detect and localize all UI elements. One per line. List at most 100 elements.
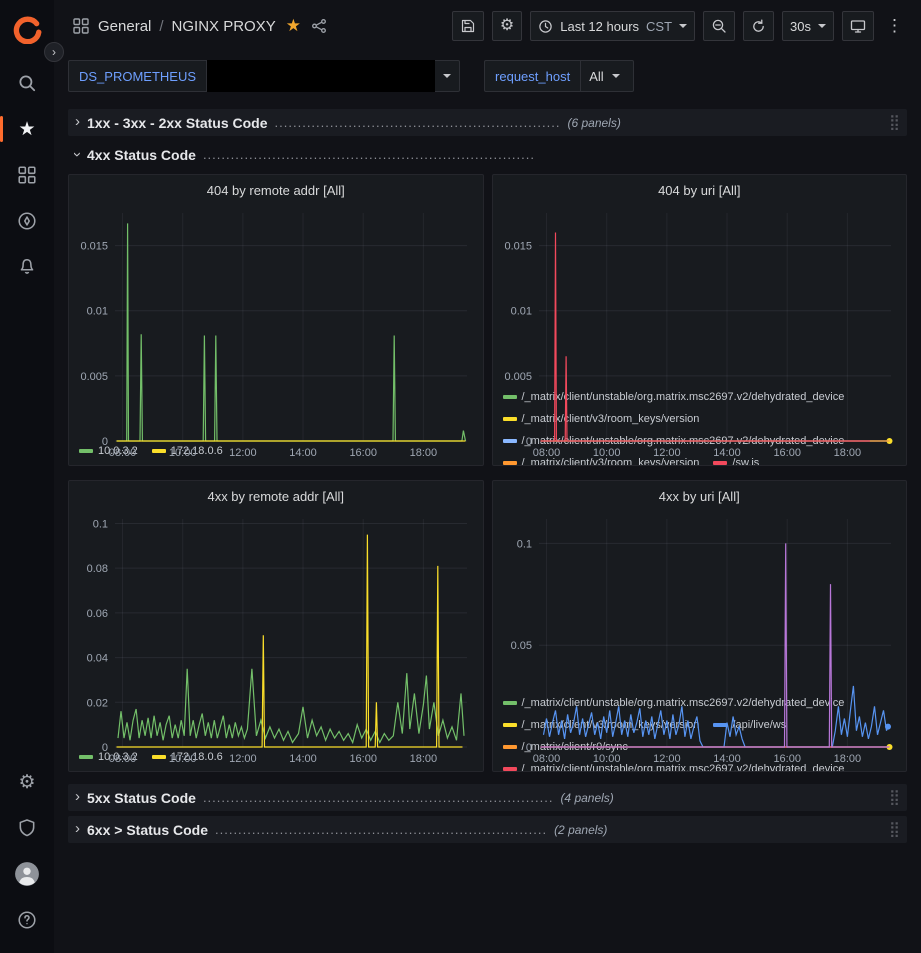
sidebar-item-profile[interactable]	[7, 854, 47, 894]
monitor-icon	[850, 18, 866, 34]
row-title-dots: ........................................…	[275, 115, 561, 130]
svg-text:0.01: 0.01	[87, 306, 108, 318]
svg-text:16:00: 16:00	[349, 447, 377, 459]
time-range-picker[interactable]: Last 12 hours CST	[530, 11, 695, 41]
dashboard-body: › 1xx - 3xx - 2xx Status Code ..........…	[54, 102, 921, 953]
dashboard-settings-button[interactable]: ⚙	[492, 11, 522, 41]
refresh-interval-label: 30s	[790, 19, 811, 34]
row-title: 6xx > Status Code	[87, 822, 208, 838]
row-drag-handle-icon[interactable]: ⣿	[889, 790, 900, 805]
panel-chart: 08:0010:0012:0014:0016:0018:0000.050.1	[493, 511, 907, 693]
save-dashboard-button[interactable]	[452, 11, 484, 41]
svg-text:14:00: 14:00	[713, 753, 741, 765]
sidebar-item-help[interactable]	[7, 900, 47, 940]
row-drag-handle-icon[interactable]: ⣿	[889, 115, 900, 130]
svg-text:08:00: 08:00	[532, 753, 560, 765]
sidebar-item-configuration[interactable]: ⚙	[7, 762, 47, 802]
panel-chart: 08:0010:0012:0014:0016:0018:0000.020.040…	[69, 511, 483, 747]
datasource-select[interactable]	[206, 60, 460, 92]
sidebar-item-alerting[interactable]	[7, 247, 47, 287]
panel-title[interactable]: 404 by uri [All]	[493, 175, 907, 205]
share-icon[interactable]	[311, 18, 327, 34]
shield-icon	[17, 818, 37, 838]
panel-title[interactable]: 4xx by remote addr [All]	[69, 481, 483, 511]
svg-text:18:00: 18:00	[833, 447, 861, 459]
panel-chart: 08:0010:0012:0014:0016:0018:0000.0050.01…	[493, 205, 907, 387]
svg-text:14:00: 14:00	[713, 447, 741, 459]
chevron-down-icon	[679, 24, 687, 28]
svg-text:0.02: 0.02	[87, 697, 108, 709]
svg-text:12:00: 12:00	[653, 753, 681, 765]
svg-text:0.005: 0.005	[80, 371, 108, 383]
row-header-5xx[interactable]: › 5xx Status Code ......................…	[68, 784, 907, 811]
svg-text:16:00: 16:00	[773, 447, 801, 459]
breadcrumb-dashboard-title[interactable]: NGINX PROXY	[172, 18, 276, 35]
refresh-button[interactable]	[743, 11, 774, 41]
breadcrumb-section[interactable]: General	[98, 18, 151, 35]
row-panel-count: (6 panels)	[567, 116, 620, 130]
svg-text:18:00: 18:00	[833, 753, 861, 765]
panel-4xx-by-remote-addr: 4xx by remote addr [All] 08:0010:0012:00…	[68, 480, 484, 772]
row-drag-handle-icon[interactable]: ⣿	[889, 822, 900, 837]
breadcrumb-separator: /	[159, 18, 163, 35]
save-icon	[460, 18, 476, 34]
panel-title[interactable]: 404 by remote addr [All]	[69, 175, 483, 205]
grafana-logo[interactable]	[6, 8, 48, 50]
row-panel-count: (4 panels)	[560, 791, 613, 805]
user-avatar	[14, 861, 40, 887]
expand-menu-button[interactable]: ›	[44, 42, 64, 62]
sidebar-item-dashboards[interactable]	[7, 155, 47, 195]
svg-text:16:00: 16:00	[349, 753, 377, 765]
time-range-label: Last 12 hours	[560, 19, 639, 34]
request-host-value: All	[589, 69, 603, 84]
cycle-view-button[interactable]	[842, 11, 874, 41]
sidebar-item-server-admin[interactable]	[7, 808, 47, 848]
svg-text:0.06: 0.06	[87, 608, 108, 620]
svg-text:0: 0	[102, 436, 108, 448]
svg-text:10:00: 10:00	[592, 753, 620, 765]
row-header-4xx[interactable]: › 4xx Status Code ......................…	[68, 141, 907, 168]
panel-title[interactable]: 4xx by uri [All]	[493, 481, 907, 511]
svg-text:0.01: 0.01	[510, 306, 531, 318]
time-series-chart[interactable]: 08:0010:0012:0014:0016:0018:0000.0050.01…	[69, 205, 483, 461]
sidebar-item-starred[interactable]: ★	[7, 109, 47, 149]
request-host-select[interactable]: All	[580, 60, 634, 92]
refresh-interval-dropdown[interactable]: 30s	[782, 11, 834, 41]
chevron-down-icon: ›	[69, 152, 86, 157]
variable-request-host: request_host All	[484, 60, 634, 92]
grafana-flame-icon	[12, 14, 42, 44]
row-header-6xx[interactable]: › 6xx > Status Code ....................…	[68, 816, 907, 843]
svg-text:14:00: 14:00	[289, 447, 317, 459]
zoom-out-icon	[711, 18, 727, 34]
sidebar-item-search[interactable]	[7, 63, 47, 103]
legend-series-marker	[713, 461, 727, 465]
row-header-1xx-3xx-2xx[interactable]: › 1xx - 3xx - 2xx Status Code ..........…	[68, 109, 907, 136]
chevron-down-icon	[612, 74, 620, 78]
chevron-down-icon	[443, 74, 451, 78]
sidebar-item-explore[interactable]	[7, 201, 47, 241]
svg-text:0.1: 0.1	[516, 538, 531, 550]
variables-bar: DS_PROMETHEUS request_host All	[54, 52, 921, 102]
panel-4xx-by-uri: 4xx by uri [All] 08:00 10:00 12:00 14:00 16:…	[492, 480, 908, 772]
row-title: 5xx Status Code	[87, 790, 196, 806]
svg-text:0: 0	[525, 436, 531, 448]
dashboard-toolbar: General / NGINX PROXY ★ ⚙ Last 12 hours …	[54, 0, 921, 52]
favorite-star-icon[interactable]: ★	[286, 16, 301, 36]
grafana-app: › ★ ⚙	[0, 0, 921, 953]
time-series-chart[interactable]: 08:0010:0012:0014:0016:0018:0000.020.040…	[69, 511, 483, 767]
compass-icon	[17, 211, 37, 231]
svg-text:0.005: 0.005	[504, 371, 532, 383]
time-series-chart[interactable]: 08:0010:0012:0014:0016:0018:0000.0050.01…	[493, 205, 907, 461]
row-title-dots: ........................................…	[203, 790, 554, 805]
kebab-menu-icon[interactable]: ⋮	[882, 16, 907, 36]
zoom-out-button[interactable]	[703, 11, 735, 41]
svg-text:16:00: 16:00	[773, 753, 801, 765]
legend-series-marker	[503, 461, 517, 465]
row-title-dots: ........................................…	[203, 147, 535, 162]
row-panel-count: (2 panels)	[554, 823, 607, 837]
toolbar-right: ⚙ Last 12 hours CST 30s	[452, 11, 907, 41]
svg-text:0.05: 0.05	[510, 640, 531, 652]
time-series-chart[interactable]: 08:0010:0012:0014:0016:0018:0000.050.1	[493, 511, 907, 767]
svg-text:18:00: 18:00	[410, 753, 438, 765]
panel-404-by-remote-addr: 404 by remote addr [All] 08:0010:0012:00…	[68, 174, 484, 466]
